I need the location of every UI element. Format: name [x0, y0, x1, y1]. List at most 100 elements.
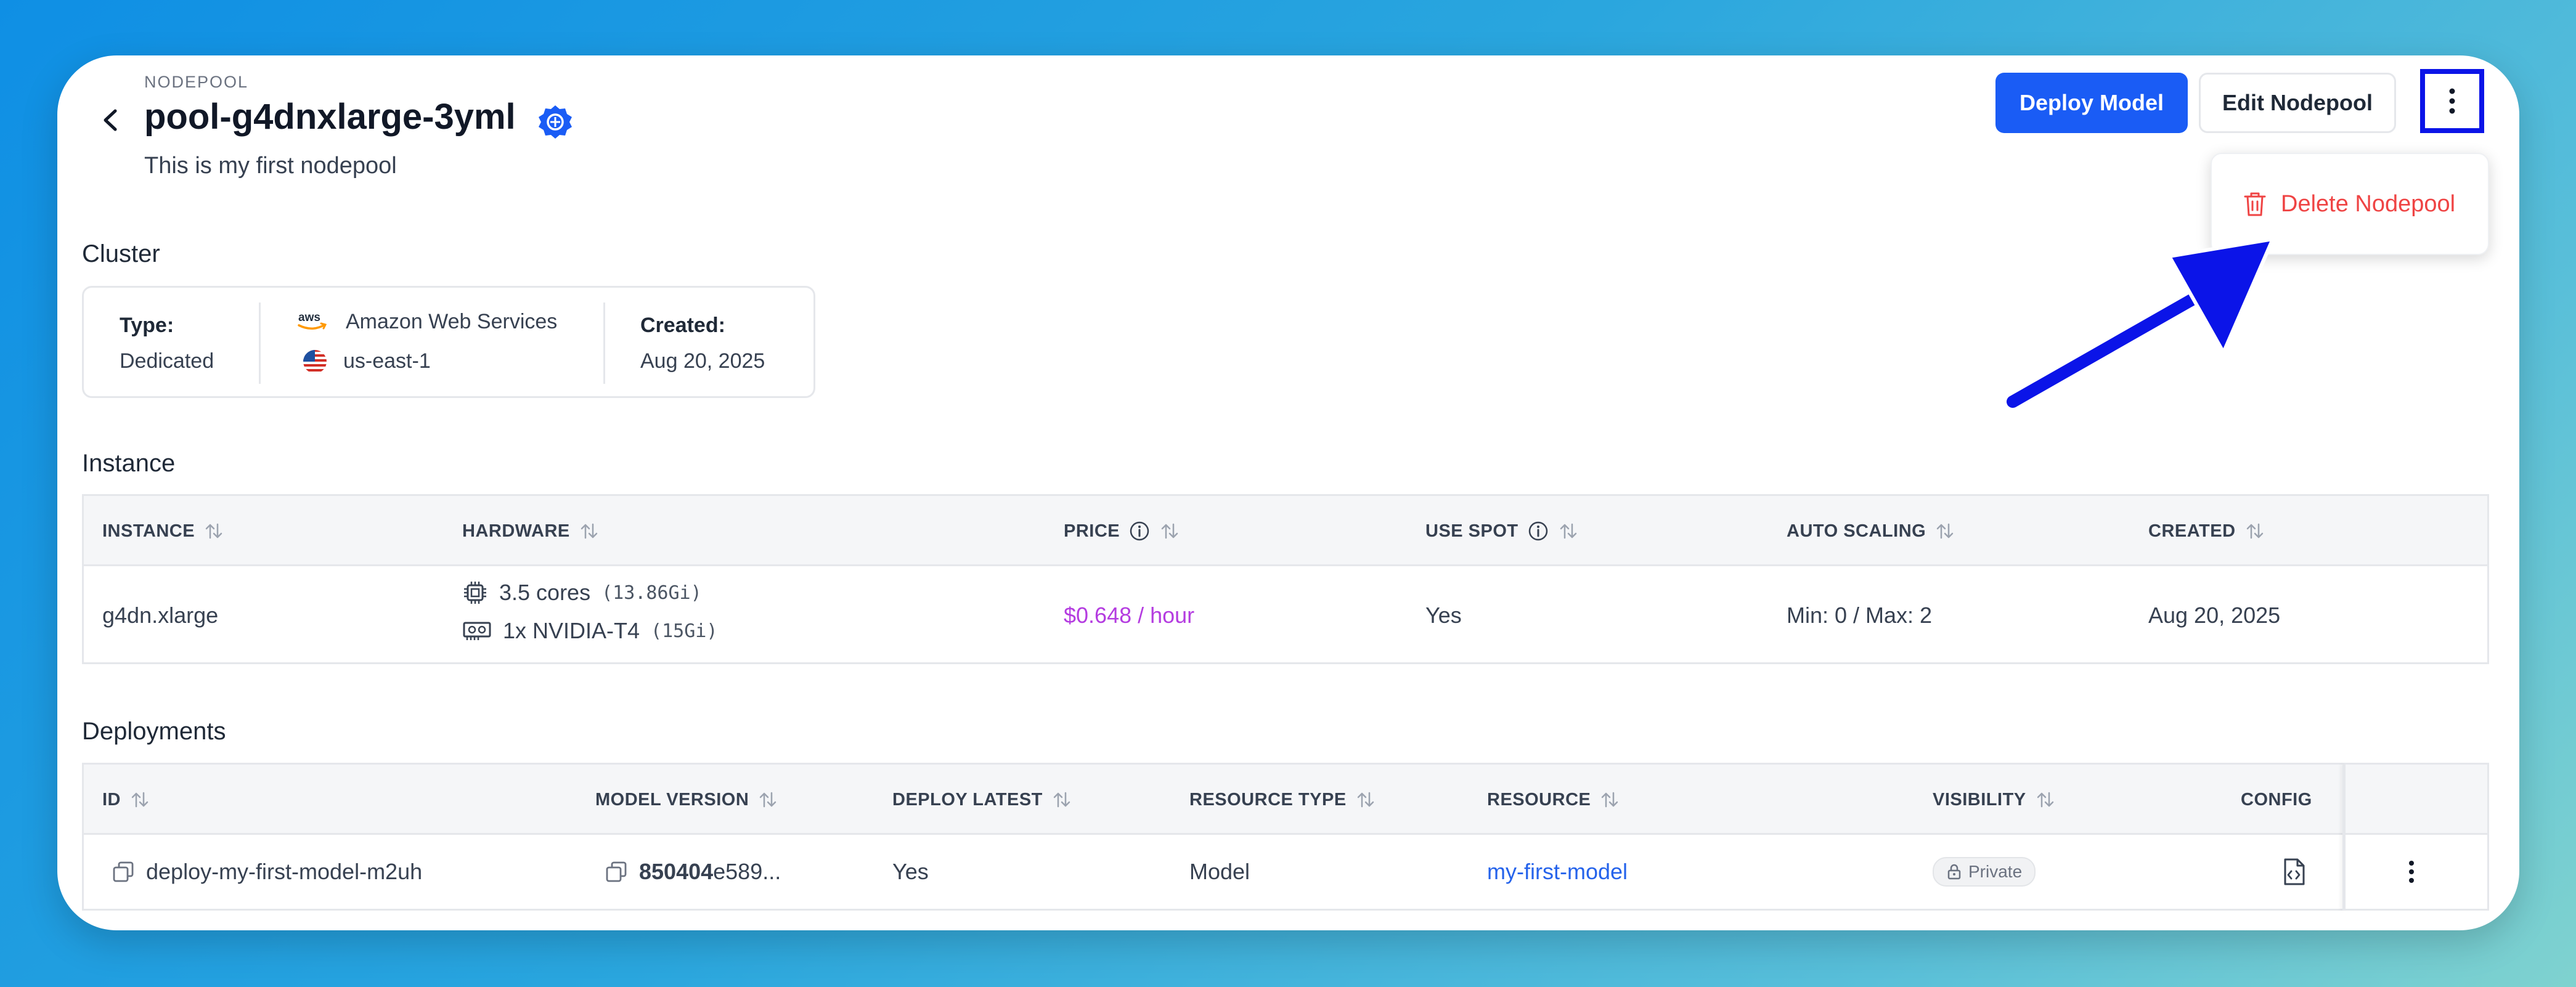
column-label: HARDWARE: [462, 521, 570, 541]
column-header-created[interactable]: CREATED: [2148, 496, 2265, 566]
verified-badge-icon: [537, 104, 574, 140]
deployments-table: ID MODEL VERSION DEPLOY LATEST RESOURCE …: [82, 763, 2489, 911]
sort-icon[interactable]: [1159, 521, 1180, 542]
page-subtitle: This is my first nodepool: [144, 153, 397, 179]
column-label: VISIBILITY: [1933, 789, 2026, 810]
kebab-vertical-icon: [2449, 88, 2455, 114]
model-version-cell: 850404e589...: [605, 835, 781, 909]
column-label: CONFIG: [2241, 789, 2312, 810]
column-label: PRICE: [1064, 521, 1120, 541]
column-label: CREATED: [2148, 521, 2236, 541]
more-actions-button[interactable]: [2420, 69, 2484, 133]
cluster-created-value: Aug 20, 2025: [640, 349, 765, 373]
cpu-chip-icon: [464, 582, 486, 604]
cpu-memory: (13.86Gi): [601, 582, 702, 604]
sort-icon[interactable]: [1599, 789, 1620, 810]
cluster-divider: [259, 303, 261, 384]
visibility-label: Private: [1968, 862, 2023, 881]
column-header-instance[interactable]: INSTANCE: [102, 496, 224, 566]
created-cell: Aug 20, 2025: [2148, 602, 2281, 628]
cluster-provider: Amazon Web Services: [346, 310, 558, 333]
instance-section-title: Instance: [82, 450, 176, 477]
column-header-config: CONFIG: [2241, 765, 2312, 835]
annotation-arrow-icon: [2002, 222, 2285, 419]
column-header-auto-scaling[interactable]: AUTO SCALING: [1787, 496, 1955, 566]
column-header-visibility[interactable]: VISIBILITY: [1933, 765, 2056, 835]
lock-icon: [1947, 864, 1961, 880]
instance-table-header: INSTANCE HARDWARE PRICE USE SPOT AUTO SC…: [84, 496, 2487, 566]
column-header-hardware[interactable]: HARDWARE: [462, 496, 600, 566]
code-file-icon[interactable]: [2281, 858, 2306, 886]
nodepool-card: NODEPOOL pool-g4dnxlarge-3yml This is my…: [57, 55, 2519, 930]
info-icon[interactable]: [1527, 520, 1549, 542]
cluster-region: us-east-1: [343, 349, 431, 373]
model-version-prefix: 850404: [639, 859, 714, 884]
column-header-deploy-latest[interactable]: DEPLOY LATEST: [892, 765, 1072, 835]
info-icon[interactable]: [1128, 520, 1151, 542]
cluster-type-label: Type:: [120, 314, 174, 337]
page-title: pool-g4dnxlarge-3yml: [144, 97, 516, 137]
column-label: INSTANCE: [102, 521, 195, 541]
sort-icon[interactable]: [579, 521, 600, 542]
us-flag-icon: [303, 349, 327, 374]
use-spot-cell: Yes: [1425, 602, 1462, 628]
resource-link[interactable]: my-first-model: [1487, 835, 1628, 909]
deployments-section-title: Deployments: [82, 718, 226, 745]
cpu-cores: 3.5 cores: [499, 580, 591, 605]
visibility-badge: Private: [1933, 857, 2036, 887]
deployment-id-cell: deploy-my-first-model-m2uh: [112, 835, 422, 909]
column-header-use-spot[interactable]: USE SPOT: [1425, 496, 1579, 566]
sort-icon[interactable]: [1051, 789, 1072, 810]
back-arrow-icon[interactable]: [94, 104, 128, 137]
kebab-vertical-icon[interactable]: [2407, 859, 2416, 885]
deployments-table-header: ID MODEL VERSION DEPLOY LATEST RESOURCE …: [84, 765, 2487, 835]
cluster-type-value: Dedicated: [120, 349, 214, 373]
column-label: ID: [102, 789, 121, 810]
resource-type-cell: Model: [1189, 859, 1250, 884]
sort-icon[interactable]: [1355, 789, 1376, 810]
column-header-resource[interactable]: RESOURCE: [1487, 765, 1620, 835]
instance-type-cell: g4dn.xlarge: [102, 602, 219, 628]
deploy-model-button[interactable]: Deploy Model: [1995, 73, 2188, 133]
column-label: RESOURCE: [1487, 789, 1591, 810]
sort-icon[interactable]: [1934, 521, 1955, 542]
sort-icon[interactable]: [203, 521, 224, 542]
aws-logo-icon: aws: [296, 309, 328, 333]
sticky-column-divider: [2342, 765, 2346, 911]
cluster-divider: [603, 303, 605, 384]
page-eyebrow: NODEPOOL: [144, 73, 249, 91]
copy-icon[interactable]: [112, 860, 135, 883]
column-label: RESOURCE TYPE: [1189, 789, 1347, 810]
trash-icon: [2244, 192, 2266, 216]
gpu-model: 1x NVIDIA-T4: [503, 618, 640, 643]
sort-icon[interactable]: [2244, 521, 2265, 542]
instance-table: INSTANCE HARDWARE PRICE USE SPOT AUTO SC…: [82, 494, 2489, 664]
column-header-model-version[interactable]: MODEL VERSION: [595, 765, 778, 835]
price-cell: $0.648 / hour: [1064, 602, 1195, 628]
cluster-section-title: Cluster: [82, 240, 160, 267]
hardware-cpu: 3.5 cores (13.86Gi): [462, 574, 702, 612]
auto-scaling-cell: Min: 0 / Max: 2: [1787, 602, 1933, 628]
column-header-price[interactable]: PRICE: [1064, 496, 1180, 566]
column-label: USE SPOT: [1425, 521, 1518, 541]
column-label: DEPLOY LATEST: [892, 789, 1043, 810]
column-header-id[interactable]: ID: [102, 765, 150, 835]
visibility-cell: Private: [1933, 835, 2036, 909]
gpu-card-icon: [463, 622, 491, 640]
gpu-memory: (15Gi): [651, 620, 718, 642]
copy-icon[interactable]: [605, 860, 628, 883]
column-header-resource-type[interactable]: RESOURCE TYPE: [1189, 765, 1376, 835]
deployment-id: deploy-my-first-model-m2uh: [146, 859, 423, 884]
sort-icon[interactable]: [1558, 521, 1579, 542]
hardware-gpu: 1x NVIDIA-T4 (15Gi): [462, 612, 717, 650]
row-actions-button[interactable]: [2407, 835, 2416, 909]
sort-icon[interactable]: [129, 789, 150, 810]
sort-icon[interactable]: [2035, 789, 2056, 810]
column-label: MODEL VERSION: [595, 789, 749, 810]
sort-icon[interactable]: [757, 789, 778, 810]
config-cell: [2281, 835, 2306, 909]
model-version: 850404e589...: [639, 859, 781, 885]
column-label: AUTO SCALING: [1787, 521, 1926, 541]
edit-nodepool-button[interactable]: Edit Nodepool: [2199, 73, 2396, 133]
cluster-summary: Type: Dedicated aws Amazon Web Services: [82, 286, 815, 398]
